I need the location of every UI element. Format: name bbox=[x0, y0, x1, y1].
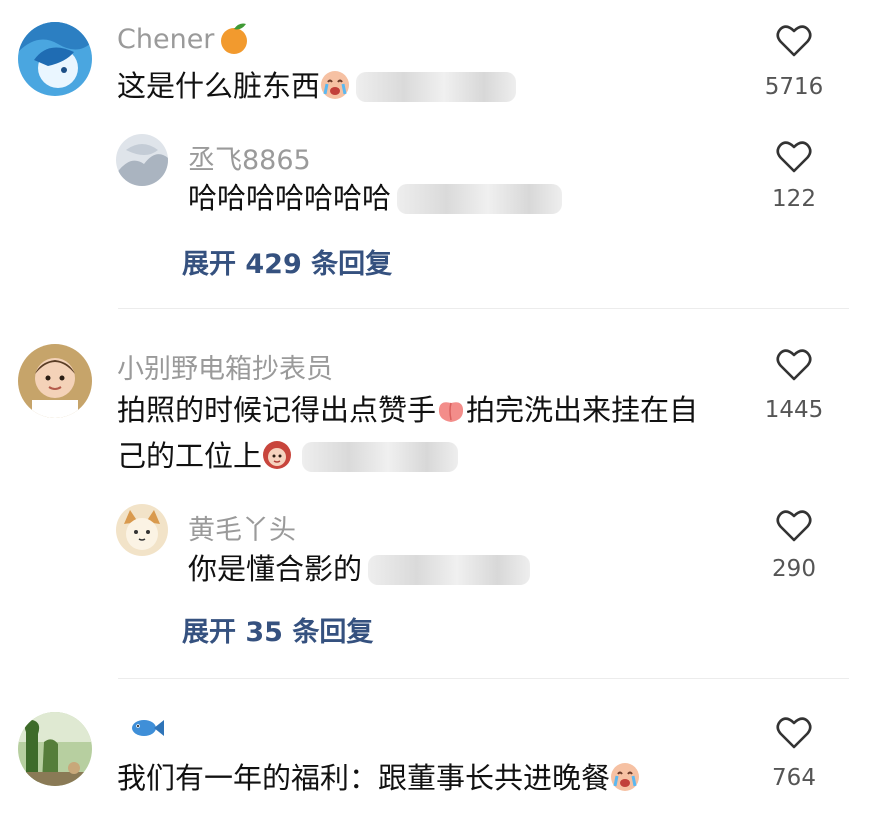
avatar[interactable] bbox=[116, 134, 168, 186]
heart-icon[interactable] bbox=[776, 509, 812, 543]
reply-text: 哈哈哈哈哈哈哈 bbox=[188, 176, 563, 220]
avatar[interactable] bbox=[18, 712, 92, 786]
reply-username[interactable]: 丞飞8865 bbox=[188, 138, 311, 177]
blurred-text bbox=[356, 72, 517, 102]
like-count: 1445 bbox=[764, 397, 824, 423]
crying-face-emoji-icon bbox=[610, 760, 640, 791]
expand-replies-link[interactable]: 展开 429 条回复 bbox=[182, 242, 392, 281]
comment-text-line-2: 己的工位上 bbox=[117, 434, 459, 478]
orange-emoji-icon bbox=[219, 21, 249, 59]
crying-face-emoji-icon bbox=[320, 68, 350, 99]
divider bbox=[118, 308, 849, 309]
username[interactable]: Chener bbox=[117, 24, 214, 55]
heart-icon[interactable] bbox=[776, 140, 812, 174]
blurred-text bbox=[368, 555, 531, 585]
blurred-text bbox=[397, 184, 563, 214]
avatar[interactable] bbox=[18, 22, 92, 96]
like-count: 122 bbox=[772, 186, 816, 212]
blurred-text bbox=[302, 442, 459, 472]
comment-text: 我们有一年的福利：跟董事长共进晚餐 bbox=[117, 756, 640, 800]
comment-text: 这是什么脏东西 bbox=[117, 64, 517, 108]
like-count: 290 bbox=[772, 556, 816, 582]
heart-icon[interactable] bbox=[776, 24, 812, 58]
heart-icon[interactable] bbox=[776, 716, 812, 750]
comment-text: 拍照的时候记得出点赞手 拍完洗出来挂在自 bbox=[117, 392, 699, 427]
expand-replies-link[interactable]: 展开 35 条回复 bbox=[182, 610, 373, 649]
reply-text: 你是懂合影的 bbox=[188, 547, 531, 591]
avatar[interactable] bbox=[18, 344, 92, 418]
heart-icon[interactable] bbox=[776, 348, 812, 382]
divider bbox=[118, 678, 849, 679]
username[interactable]: 小别野电箱抄表员 bbox=[117, 347, 333, 386]
peach-emoji-icon bbox=[436, 392, 466, 422]
reply-username[interactable]: 黄毛丫头 bbox=[188, 508, 296, 547]
fish-emoji-icon bbox=[130, 716, 164, 744]
avatar[interactable] bbox=[116, 504, 168, 556]
like-count: 5716 bbox=[764, 74, 824, 100]
girl-emoji-icon bbox=[262, 438, 292, 469]
like-count: 764 bbox=[772, 765, 816, 791]
